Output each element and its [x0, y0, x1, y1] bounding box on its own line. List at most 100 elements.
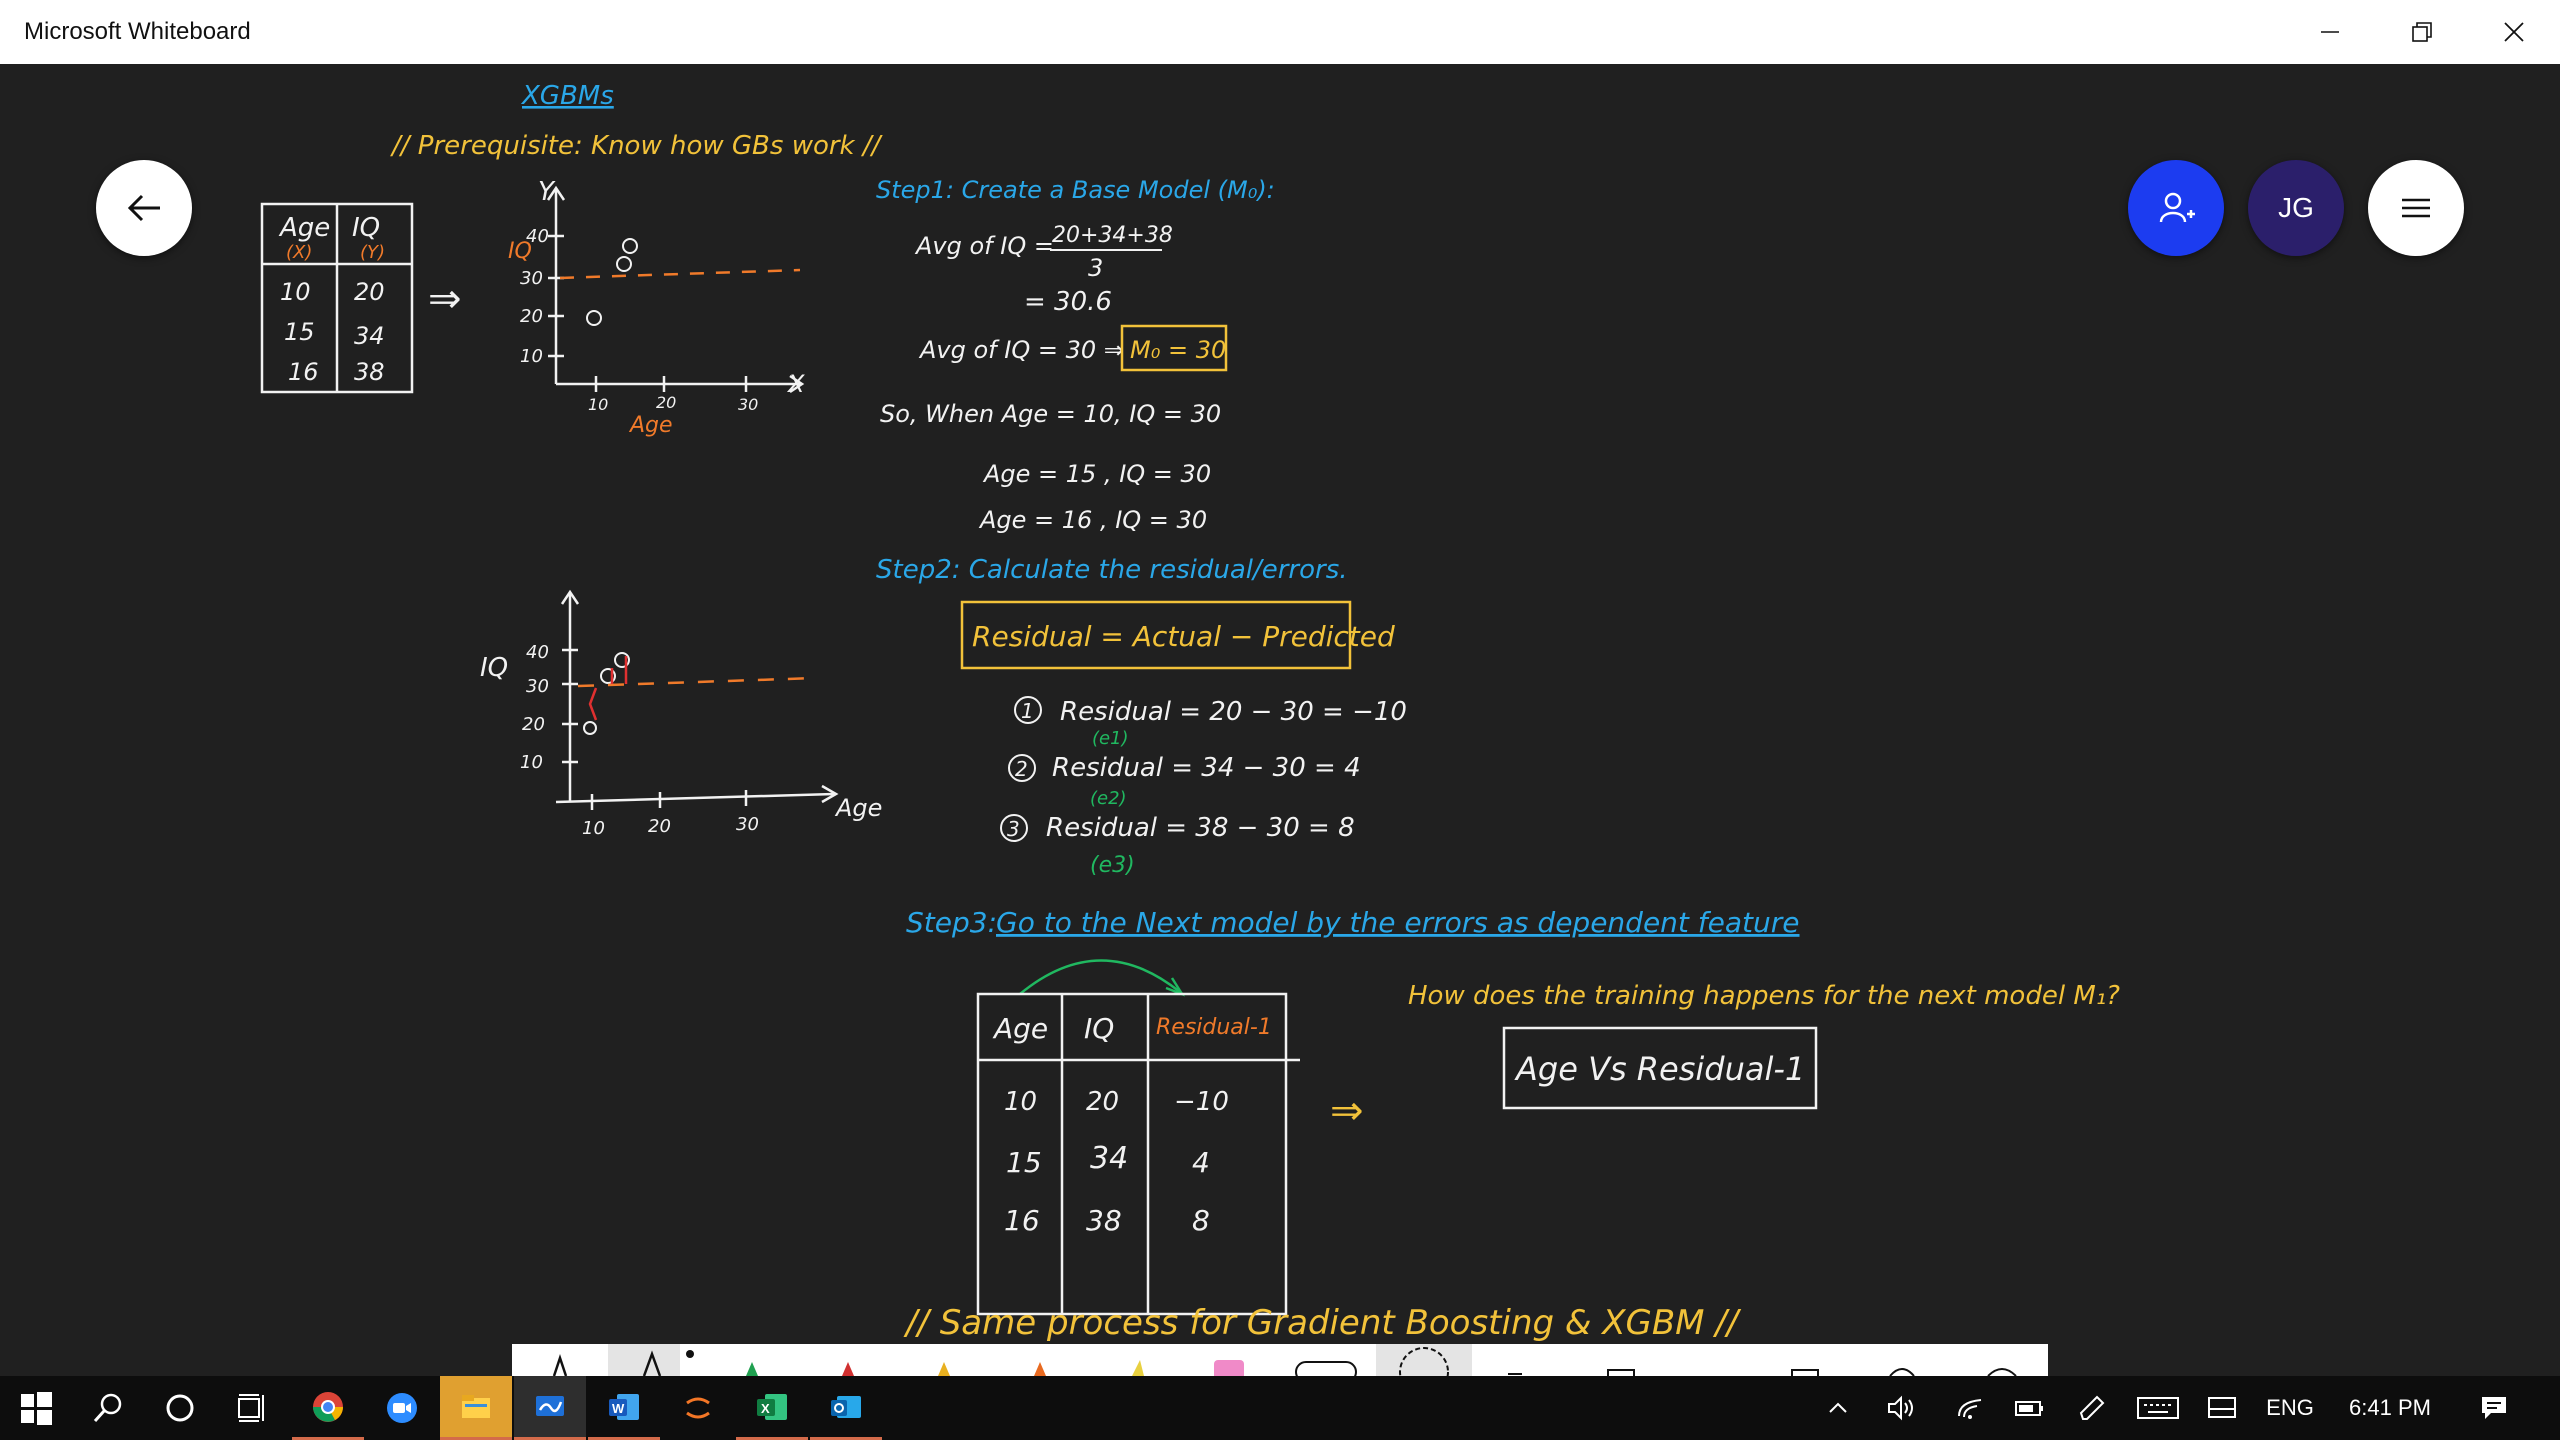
start-button[interactable]	[0, 1376, 72, 1440]
plot-1-ytick: 30	[520, 268, 543, 289]
next-model-question: How does the training happens for the ne…	[1408, 981, 2120, 1011]
table-2-cell: 16	[1004, 1204, 1040, 1237]
close-button[interactable]	[2468, 0, 2560, 64]
highlighter-pink-icon[interactable]	[1214, 1360, 1244, 1376]
network-button[interactable]	[1948, 1376, 1992, 1440]
language-indicator[interactable]: ENG	[2260, 1376, 2320, 1440]
windows-start-icon	[21, 1392, 52, 1425]
taskbar-file-explorer[interactable]	[440, 1376, 512, 1440]
plot-2-ylabel: IQ	[480, 653, 508, 683]
close-icon	[2504, 22, 2524, 42]
back-button[interactable]	[96, 160, 192, 256]
taskbar-zoom[interactable]	[366, 1376, 438, 1440]
table-1-cell: 16	[288, 358, 319, 386]
more-tools-icon[interactable]	[1987, 1368, 2017, 1376]
heading: XGBMs	[520, 81, 614, 111]
pen-red-icon[interactable]	[842, 1362, 854, 1376]
hamburger-menu-icon	[2402, 198, 2430, 218]
plot-2-points	[583, 652, 630, 735]
volume-button[interactable]	[1880, 1376, 1924, 1440]
plot-1-ytick: 40	[526, 226, 549, 247]
pen-workspace-button[interactable]	[2070, 1376, 2114, 1440]
plot-1-xtick: 30	[738, 395, 758, 414]
search-icon	[93, 1393, 122, 1423]
pen-toolbar-tools	[552, 1344, 2017, 1376]
pen-yellow-icon[interactable]	[938, 1362, 950, 1376]
table-1-cell: 38	[354, 358, 385, 386]
task-view-button[interactable]	[216, 1376, 288, 1440]
chevron-up-icon	[1829, 1402, 1847, 1413]
step3-label: Step3:	[906, 906, 997, 939]
cortana-button[interactable]	[144, 1376, 216, 1440]
step1-line1: Avg of IQ =	[914, 232, 1054, 260]
step2-num: 1	[1021, 699, 1034, 723]
step2-tag-3: (e3)	[1090, 853, 1135, 878]
prerequisite: // Prerequisite: Know how GBs work //	[390, 131, 884, 161]
taskbar-word[interactable]: W	[588, 1376, 660, 1440]
minimize-button[interactable]	[2284, 0, 2376, 64]
zoom-icon	[387, 1393, 417, 1423]
invite-button[interactable]	[2128, 160, 2224, 256]
word-icon: W	[609, 1393, 639, 1420]
touch-keyboard-button[interactable]	[2132, 1376, 2184, 1440]
window-title: Microsoft Whiteboard	[24, 18, 251, 45]
taskbar-whiteboard[interactable]	[514, 1376, 586, 1440]
pen-green-icon[interactable]	[746, 1362, 758, 1376]
plot-1-xtick: 10	[588, 395, 608, 414]
pen-toolbar[interactable]	[512, 1344, 2048, 1376]
eraser-icon[interactable]	[1295, 1361, 1357, 1376]
cortana-icon	[166, 1394, 194, 1422]
show-hidden-icons[interactable]	[1816, 1376, 1860, 1440]
svg-text:W: W	[612, 1401, 625, 1416]
add-person-icon	[2159, 192, 2195, 223]
step1-line5: Age = 15 , IQ = 30	[982, 460, 1211, 488]
excel-icon: X	[757, 1393, 787, 1420]
user-avatar[interactable]: JG	[2248, 160, 2344, 256]
step1-line6: Age = 16 , IQ = 30	[978, 506, 1207, 534]
ink-layer: XGBMs // Prerequisite: Know how GBs work…	[260, 81, 2120, 1343]
plot-1-xlabel: Age	[628, 413, 673, 438]
taskbar-chrome[interactable]	[292, 1376, 364, 1440]
pen-black-icon[interactable]	[552, 1354, 568, 1376]
table-2-cell: 34	[1090, 1141, 1128, 1176]
restore-button[interactable]	[2376, 0, 2468, 64]
wifi-icon	[1958, 1399, 1982, 1419]
display-button[interactable]	[2200, 1376, 2244, 1440]
table-2-header-age: Age	[992, 1012, 1048, 1045]
selected-dot	[686, 1350, 694, 1358]
plot-1-base-model-line	[559, 268, 801, 280]
minimize-icon	[2321, 31, 2339, 33]
step2-num: 3	[1007, 817, 1020, 841]
plot-1-points	[586, 238, 638, 326]
redo-icon[interactable]	[1889, 1368, 1915, 1376]
step1-fraction-num: 20+34+38	[1052, 223, 1173, 248]
clock[interactable]: 6:41 PM	[2334, 1376, 2446, 1440]
step2-row-1: Residual = 20 − 30 = −10	[1060, 697, 1407, 727]
step1-title: Step1: Create a Base Model (M₀):	[876, 176, 1275, 204]
taskbar-outlook[interactable]	[810, 1376, 882, 1440]
back-arrow-icon	[127, 194, 160, 222]
table-1-cell: 20	[354, 278, 385, 306]
taskbar: W X ENG 6:41 PM	[0, 1376, 2560, 1440]
notification-icon	[2482, 1397, 2506, 1419]
plot-2-axes	[555, 589, 839, 810]
plot-2-ytick: 30	[526, 676, 549, 697]
table-1-sub-x: (X)	[286, 242, 312, 263]
table-1-header-iq: IQ	[352, 213, 380, 243]
pen-orange-icon[interactable]	[1034, 1362, 1046, 1376]
whiteboard-canvas[interactable]: XGBMs // Prerequisite: Know how GBs work…	[0, 64, 2560, 1376]
highlighter-icon[interactable]	[1132, 1360, 1144, 1376]
menu-button[interactable]	[2368, 160, 2464, 256]
plot-2-ytick: 20	[522, 714, 545, 735]
battery-button[interactable]	[2008, 1376, 2052, 1440]
table-2-cell: 15	[1006, 1146, 1042, 1179]
search-button[interactable]	[72, 1376, 144, 1440]
plot-2-residual-marks	[588, 656, 628, 721]
action-center-button[interactable]	[2470, 1376, 2518, 1440]
taskbar-jupyter[interactable]	[662, 1376, 734, 1440]
svg-text:X: X	[761, 1401, 770, 1416]
table-2-header-iq: IQ	[1084, 1012, 1114, 1045]
taskbar-excel[interactable]: X	[736, 1376, 808, 1440]
plot-2-xtick: 10	[582, 818, 605, 839]
step1-boxed: M₀ = 30	[1130, 336, 1226, 364]
